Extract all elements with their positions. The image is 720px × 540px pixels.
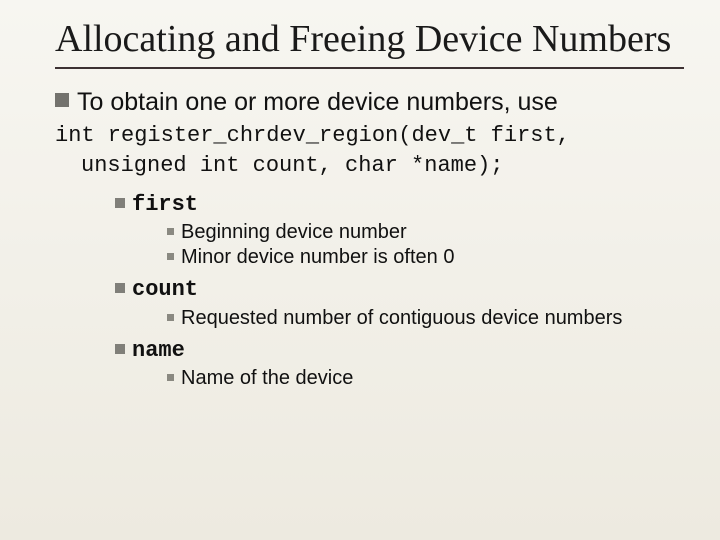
square-bullet-icon xyxy=(167,253,174,260)
detail-text: Requested number of contiguous device nu… xyxy=(181,306,622,331)
detail-row: Beginning device number xyxy=(167,220,684,245)
param-block-first: first Beginning device number Minor devi… xyxy=(55,191,684,271)
square-bullet-icon xyxy=(167,314,174,321)
intro-row: To obtain one or more device numbers, us… xyxy=(55,87,684,118)
detail-text: Beginning device number xyxy=(181,220,407,245)
detail-text: Minor device number is often 0 xyxy=(181,245,454,270)
param-row: first xyxy=(115,191,684,219)
detail-text: Name of the device xyxy=(181,366,353,391)
param-name: first xyxy=(132,191,198,219)
square-bullet-icon xyxy=(115,283,125,293)
square-bullet-icon xyxy=(115,344,125,354)
code-line-1: int register_chrdev_region(dev_t first, xyxy=(55,122,684,151)
square-bullet-icon xyxy=(55,93,69,107)
slide-title: Allocating and Freeing Device Numbers xyxy=(55,18,684,61)
detail-row: Requested number of contiguous device nu… xyxy=(167,306,684,331)
param-block-count: count Requested number of contiguous dev… xyxy=(55,276,684,331)
param-name: name xyxy=(132,337,185,365)
param-block-name: name Name of the device xyxy=(55,337,684,392)
title-underline xyxy=(55,67,684,69)
slide: Allocating and Freeing Device Numbers To… xyxy=(0,0,720,540)
square-bullet-icon xyxy=(167,228,174,235)
param-row: name xyxy=(115,337,684,365)
square-bullet-icon xyxy=(115,198,125,208)
square-bullet-icon xyxy=(167,374,174,381)
detail-row: Minor device number is often 0 xyxy=(167,245,684,270)
param-name: count xyxy=(132,276,198,304)
detail-row: Name of the device xyxy=(167,366,684,391)
param-row: count xyxy=(115,276,684,304)
intro-text: To obtain one or more device numbers, us… xyxy=(77,87,558,118)
code-line-2: unsigned int count, char *name); xyxy=(55,152,684,181)
